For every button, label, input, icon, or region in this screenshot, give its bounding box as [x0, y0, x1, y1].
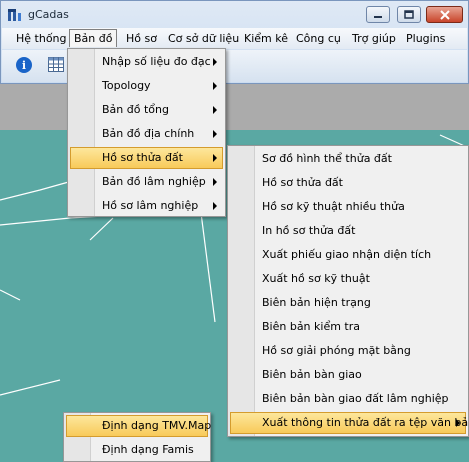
- menu-cong-cu[interactable]: Công cụ: [296, 32, 341, 45]
- menu-item-label: Hồ sơ kỹ thuật nhiều thửa: [262, 200, 405, 213]
- menu-item-label: In hồ sơ thửa đất: [262, 224, 356, 237]
- menu-item-bien-ban-hien-trang[interactable]: Biên bản hiện trạng: [230, 292, 466, 314]
- submenu-arrow-icon: [213, 82, 217, 90]
- menu-item-bien-ban-ban-giao-lam-nghiep[interactable]: Biên bản bàn giao đất lâm nghiệp: [230, 388, 466, 410]
- menu-item-label: Định dạng Famis: [102, 443, 194, 456]
- minimize-icon: [374, 15, 382, 18]
- menu-kiem-ke[interactable]: Kiểm kê: [244, 32, 288, 45]
- menu-item-label: Xuất phiếu giao nhận diện tích: [262, 248, 432, 261]
- menu-item-label: Biên bản hiện trạng: [262, 296, 371, 309]
- menu-item-label: Hồ sơ lâm nghiệp: [102, 199, 199, 212]
- menu-item-so-do-hinh-the[interactable]: Sơ đồ hình thể thửa đất: [230, 148, 466, 170]
- menu-item-ho-so-ky-thuat-nhieu-thua[interactable]: Hồ sơ kỹ thuật nhiều thửa: [230, 196, 466, 218]
- submenu-arrow-icon: [213, 154, 217, 162]
- xuat-thong-tin-menu: Định dạng TMV.Map Định dạng Famis: [63, 412, 211, 462]
- menu-item-label: Biên bản bàn giao đất lâm nghiệp: [262, 392, 449, 405]
- menu-item-ban-do-dia-chinh[interactable]: Bản đồ địa chính: [70, 123, 223, 145]
- close-button[interactable]: [426, 6, 463, 23]
- menu-item-ho-so-thua-dat[interactable]: Hồ sơ thửa đất: [230, 172, 466, 194]
- menu-item-nhap-so-lieu[interactable]: Nhập số liệu đo đạc: [70, 51, 223, 73]
- menu-item-ho-so-giai-phong[interactable]: Hồ sơ giải phóng mặt bằng: [230, 340, 466, 362]
- submenu-arrow-icon: [456, 419, 460, 427]
- menu-item-label: Định dạng TMV.Map: [102, 419, 212, 432]
- close-icon: [439, 9, 450, 20]
- menu-item-label: Hồ sơ thửa đất: [102, 151, 183, 164]
- menu-he-thong[interactable]: Hệ thống: [16, 32, 67, 45]
- menu-ho-so[interactable]: Hồ sơ: [126, 32, 157, 45]
- menu-item-xuat-phieu-giao-nhan[interactable]: Xuất phiếu giao nhận diện tích: [230, 244, 466, 266]
- menu-bar: Hệ thống Bản đồ Hồ sơ Cơ sở dữ liệu Kiểm…: [2, 28, 467, 49]
- menu-item-ban-do-lam-nghiep[interactable]: Bản đồ lâm nghiệp: [70, 171, 223, 193]
- menu-item-label: Bản đồ địa chính: [102, 127, 195, 140]
- minimize-button[interactable]: [366, 6, 390, 23]
- menu-co-so-du-lieu[interactable]: Cơ sở dữ liệu: [168, 32, 239, 45]
- menu-item-label: Sơ đồ hình thể thửa đất: [262, 152, 392, 165]
- menu-item-dinh-dang-tmv-map[interactable]: Định dạng TMV.Map: [66, 415, 212, 437]
- menu-item-label: Xuất thông tin thửa đất ra tệp văn bản: [262, 416, 469, 429]
- submenu-arrow-icon: [213, 106, 217, 114]
- menu-item-bien-ban-ban-giao[interactable]: Biên bản bàn giao: [230, 364, 466, 386]
- menu-item-label: Bản đồ lâm nghiệp: [102, 175, 206, 188]
- app-canvas: gCadas Hệ thống Bản đồ Hồ sơ Cơ sở dữ li…: [0, 0, 469, 462]
- menu-item-ho-so-lam-nghiep[interactable]: Hồ sơ lâm nghiệp: [70, 195, 223, 217]
- menu-item-label: Xuất hồ sơ kỹ thuật: [262, 272, 370, 285]
- ho-so-thua-dat-menu: Sơ đồ hình thể thửa đất Hồ sơ thửa đất H…: [227, 145, 469, 437]
- menu-item-ho-so-thua-dat[interactable]: Hồ sơ thửa đất: [70, 147, 223, 169]
- title-bar[interactable]: gCadas: [1, 1, 468, 27]
- menu-item-label: Hồ sơ thửa đất: [262, 176, 343, 189]
- menu-item-in-ho-so[interactable]: In hồ sơ thửa đất: [230, 220, 466, 242]
- ban-do-menu: Nhập số liệu đo đạc Topology Bản đồ tổng…: [67, 48, 226, 217]
- menu-tro-giup[interactable]: Trợ giúp: [352, 32, 396, 45]
- menu-item-ban-do-tong[interactable]: Bản đồ tổng: [70, 99, 223, 121]
- submenu-arrow-icon: [213, 58, 217, 66]
- table-grid-icon[interactable]: [48, 57, 64, 72]
- menu-item-xuat-ho-so-ky-thuat[interactable]: Xuất hồ sơ kỹ thuật: [230, 268, 466, 290]
- info-icon[interactable]: i: [16, 57, 32, 73]
- submenu-arrow-icon: [213, 202, 217, 210]
- menu-item-xuat-thong-tin-thua-dat[interactable]: Xuất thông tin thửa đất ra tệp văn bản: [230, 412, 469, 434]
- menu-item-label: Biên bản kiểm tra: [262, 320, 361, 333]
- maximize-button[interactable]: [397, 6, 421, 23]
- submenu-arrow-icon: [213, 178, 217, 186]
- menu-item-label: Nhập số liệu đo đạc: [102, 55, 211, 68]
- menu-item-dinh-dang-famis[interactable]: Định dạng Famis: [66, 439, 208, 461]
- menu-ban-do[interactable]: Bản đồ: [69, 29, 118, 47]
- menu-item-label: Bản đồ tổng: [102, 103, 169, 116]
- menu-plugins[interactable]: Plugins: [406, 32, 445, 45]
- menu-item-label: Hồ sơ giải phóng mặt bằng: [262, 344, 411, 357]
- maximize-icon: [404, 10, 414, 19]
- menu-item-bien-ban-kiem-tra[interactable]: Biên bản kiểm tra: [230, 316, 466, 338]
- menu-item-topology[interactable]: Topology: [70, 75, 223, 97]
- window-title: gCadas: [28, 8, 69, 21]
- submenu-arrow-icon: [213, 130, 217, 138]
- menu-item-label: Topology: [102, 79, 151, 92]
- app-logo-icon: [8, 9, 21, 21]
- menu-item-label: Biên bản bàn giao: [262, 368, 362, 381]
